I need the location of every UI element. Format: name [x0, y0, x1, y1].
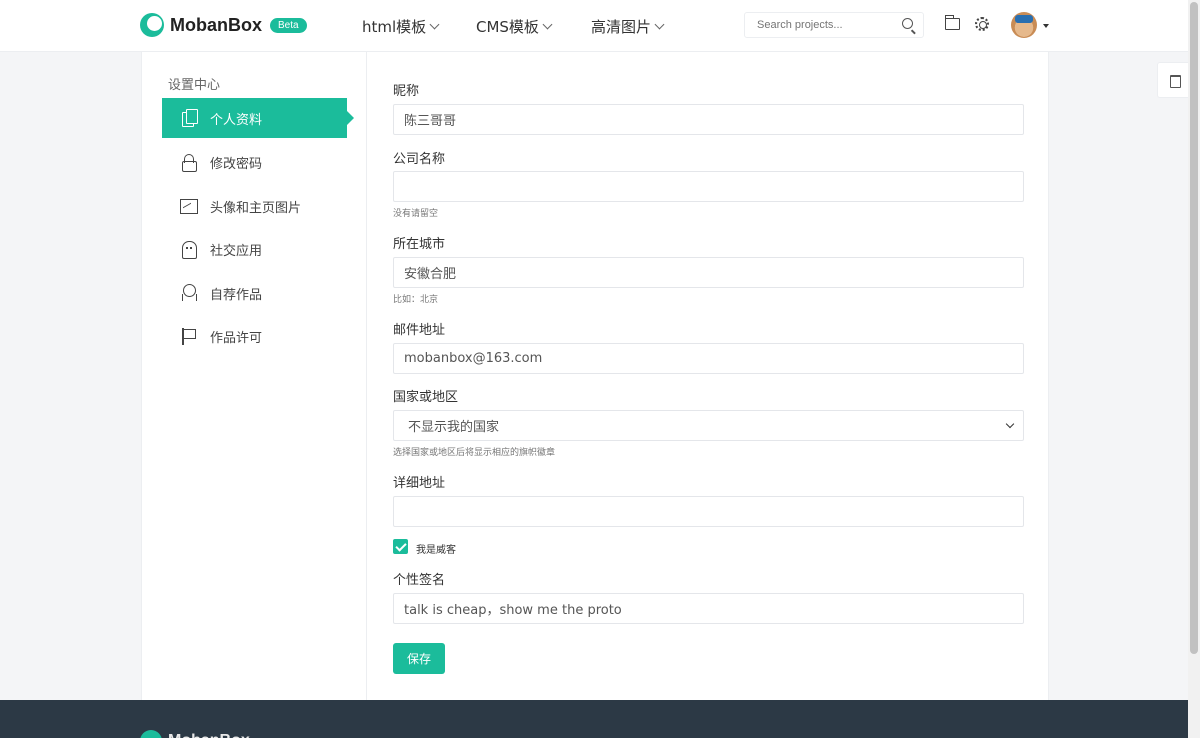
sidebar-item-label: 个人资料	[210, 112, 263, 128]
sidebar-item-label: 自荐作品	[210, 287, 263, 303]
sidebar-item-avatar-cover[interactable]: 头像和主页图片	[162, 186, 347, 226]
nav-cms-templates[interactable]: CMS模板	[476, 16, 553, 37]
nickname-label: 昵称	[393, 84, 420, 99]
scrollbar-thumb[interactable]	[1190, 2, 1198, 654]
search-input[interactable]	[745, 13, 885, 37]
settings-sidebar: 设置中心 个人资料 修改密码 头像和主页图片 社交应用 自荐作品 作品许可	[142, 52, 367, 700]
hire-checkbox[interactable]	[393, 539, 408, 554]
nav-item-label: html模板	[362, 18, 427, 36]
nav-html-templates[interactable]: html模板	[362, 16, 440, 37]
country-hint: 选择国家或地区后将显示相应的旗帜徽章	[393, 448, 556, 458]
footer-brand-name: MobanBox	[168, 732, 250, 738]
ghost-icon	[180, 240, 198, 259]
city-field[interactable]: 安徽合肥	[393, 257, 1024, 288]
sidebar-item-featured-works[interactable]: 自荐作品	[162, 273, 347, 313]
search-box	[744, 12, 924, 38]
nav-item-label: 高清图片	[591, 18, 652, 36]
settings-card: 设置中心 个人资料 修改密码 头像和主页图片 社交应用 自荐作品 作品许可 昵称…	[141, 52, 1049, 700]
nav-item-label: CMS模板	[476, 18, 539, 36]
logo-mark-icon	[140, 13, 164, 37]
chevron-down-icon	[542, 19, 553, 30]
sidebar-title: 设置中心	[168, 78, 221, 93]
gear-icon[interactable]	[975, 17, 989, 31]
sidebar-item-label: 社交应用	[210, 243, 263, 259]
image-icon	[180, 197, 198, 215]
country-selected-value: 不显示我的国家	[408, 420, 500, 435]
shirt-icon[interactable]	[1157, 62, 1191, 98]
sidebar-item-profile[interactable]: 个人资料	[162, 98, 354, 138]
top-navbar: MobanBox Beta html模板 CMS模板 高清图片	[0, 0, 1188, 52]
company-field[interactable]	[393, 171, 1024, 202]
city-hint: 比如：北京	[393, 295, 439, 305]
lock-icon	[180, 153, 198, 172]
footer: MobanBox	[0, 700, 1188, 738]
footer-logo: MobanBox	[140, 730, 250, 738]
brand-name: MobanBox	[170, 14, 262, 35]
chevron-down-icon	[654, 19, 665, 30]
caret-down-icon[interactable]	[1043, 24, 1049, 28]
email-field[interactable]: mobanbox@163.com	[393, 343, 1024, 374]
save-button[interactable]: 保存	[393, 643, 445, 674]
sidebar-item-license[interactable]: 作品许可	[162, 316, 347, 356]
brand-logo[interactable]: MobanBox Beta	[140, 13, 307, 37]
company-hint: 没有请留空	[393, 209, 439, 219]
search-icon[interactable]	[902, 18, 913, 29]
nickname-value: 陈三哥哥	[404, 114, 457, 129]
chevron-down-icon	[1005, 419, 1015, 429]
city-value: 安徽合肥	[404, 267, 457, 282]
nav-hd-images[interactable]: 高清图片	[591, 16, 665, 37]
chevron-down-icon	[429, 19, 440, 30]
sidebar-item-social[interactable]: 社交应用	[162, 229, 347, 269]
sidebar-item-label: 修改密码	[210, 156, 263, 172]
country-select[interactable]: 不显示我的国家	[393, 410, 1024, 441]
hire-checkbox-label: 我是威客	[416, 545, 456, 556]
avatar[interactable]	[1011, 12, 1037, 38]
email-label: 邮件地址	[393, 323, 446, 338]
folder-icon[interactable]	[945, 15, 960, 30]
beta-badge: Beta	[270, 17, 307, 33]
signature-value: talk is cheap，show me the proto	[404, 603, 622, 618]
award-icon	[180, 284, 198, 302]
flag-icon	[180, 327, 198, 345]
sidebar-item-label: 作品许可	[210, 330, 263, 346]
page-scrollbar[interactable]	[1188, 0, 1200, 738]
sidebar-item-password[interactable]: 修改密码	[162, 142, 347, 182]
logo-mark-icon	[140, 730, 162, 738]
nickname-field[interactable]: 陈三哥哥	[393, 104, 1024, 135]
city-label: 所在城市	[393, 237, 446, 252]
address-label: 详细地址	[393, 476, 446, 491]
signature-label: 个性签名	[393, 573, 446, 588]
address-field[interactable]	[393, 496, 1024, 527]
company-label: 公司名称	[393, 152, 446, 167]
signature-field[interactable]: talk is cheap，show me the proto	[393, 593, 1024, 624]
documents-icon	[180, 109, 198, 127]
email-value: mobanbox@163.com	[404, 351, 543, 366]
country-label: 国家或地区	[393, 390, 459, 405]
sidebar-item-label: 头像和主页图片	[210, 200, 302, 216]
